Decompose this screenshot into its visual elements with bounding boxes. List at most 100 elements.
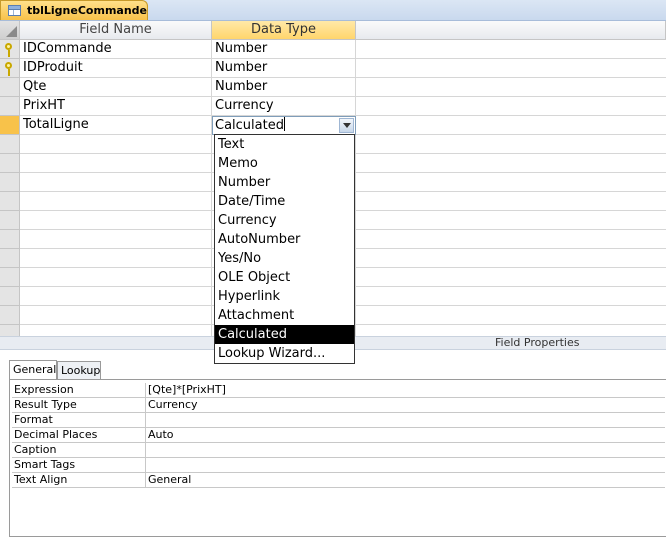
field-name-cell[interactable]: [20, 211, 212, 230]
dropdown-option[interactable]: Lookup Wizard...: [215, 344, 354, 363]
row-selector[interactable]: [0, 268, 20, 287]
row-selector[interactable]: [0, 287, 20, 306]
table-row[interactable]: IDProduit Number: [0, 59, 666, 78]
row-selector[interactable]: [0, 211, 20, 230]
field-name-cell[interactable]: [20, 268, 212, 287]
description-cell[interactable]: [356, 306, 666, 325]
data-type-cell[interactable]: Number: [212, 59, 356, 78]
description-cell[interactable]: [356, 97, 666, 116]
property-value[interactable]: [146, 458, 665, 473]
table-row[interactable]: TotalLigne Calculated: [0, 116, 666, 135]
table-row[interactable]: PrixHT Currency: [0, 97, 666, 116]
row-selector[interactable]: [0, 116, 20, 135]
property-value[interactable]: [Qte]*[PrixHT]: [146, 383, 665, 398]
row-selector[interactable]: [0, 40, 20, 59]
field-properties-pane: General Lookup Expression [Qte]*[PrixHT] R…: [0, 350, 666, 537]
field-name-cell[interactable]: [20, 325, 212, 336]
property-row[interactable]: Decimal Places Auto: [12, 428, 665, 443]
property-row[interactable]: Caption: [12, 443, 665, 458]
row-selector[interactable]: [0, 135, 20, 154]
field-name-cell[interactable]: [20, 192, 212, 211]
dropdown-option[interactable]: Date/Time: [215, 192, 354, 211]
description-cell[interactable]: [356, 211, 666, 230]
description-cell[interactable]: [356, 249, 666, 268]
dropdown-option[interactable]: Currency: [215, 211, 354, 230]
description-cell[interactable]: [356, 268, 666, 287]
description-cell[interactable]: [356, 135, 666, 154]
field-name-cell[interactable]: TotalLigne: [20, 116, 212, 135]
property-value[interactable]: General: [146, 473, 665, 488]
data-type-cell[interactable]: Currency: [212, 97, 356, 116]
description-cell[interactable]: [356, 154, 666, 173]
property-label: Decimal Places: [12, 428, 146, 443]
row-selector[interactable]: [0, 306, 20, 325]
column-header-field-name[interactable]: Field Name: [20, 21, 212, 40]
property-row[interactable]: Expression [Qte]*[PrixHT]: [12, 383, 665, 398]
description-cell[interactable]: [356, 325, 666, 336]
description-cell[interactable]: [356, 78, 666, 97]
dropdown-option[interactable]: Hyperlink: [215, 287, 354, 306]
dropdown-option[interactable]: Text: [215, 135, 354, 154]
data-type-cell[interactable]: Number: [212, 40, 356, 59]
data-type-cell[interactable]: Number: [212, 78, 356, 97]
tab-lookup[interactable]: Lookup: [57, 361, 101, 379]
table-row[interactable]: IDCommande Number: [0, 40, 666, 59]
property-label: Expression: [12, 383, 146, 398]
dropdown-option[interactable]: Yes/No: [215, 249, 354, 268]
dropdown-option[interactable]: OLE Object: [215, 268, 354, 287]
row-selector[interactable]: [0, 249, 20, 268]
description-cell[interactable]: [356, 192, 666, 211]
document-tab-tblLigneCommande[interactable]: tblLigneCommande: [0, 0, 148, 20]
data-type-combo[interactable]: Calculated: [212, 116, 356, 135]
row-selector[interactable]: [0, 325, 20, 336]
property-label: Caption: [12, 443, 146, 458]
dropdown-option[interactable]: Number: [215, 173, 354, 192]
field-name-cell[interactable]: [20, 135, 212, 154]
tab-general[interactable]: General: [9, 360, 57, 379]
field-name-cell[interactable]: Qte: [20, 78, 212, 97]
row-selector[interactable]: [0, 192, 20, 211]
chevron-down-icon[interactable]: [339, 118, 354, 133]
field-name-cell[interactable]: IDCommande: [20, 40, 212, 59]
row-selector[interactable]: [0, 154, 20, 173]
description-cell[interactable]: [356, 230, 666, 249]
column-header-description[interactable]: [356, 21, 666, 40]
description-cell[interactable]: [356, 287, 666, 306]
field-name-cell[interactable]: [20, 173, 212, 192]
text-caret: [283, 117, 285, 131]
property-row[interactable]: Text Align General: [12, 473, 665, 488]
table-row[interactable]: Qte Number: [0, 78, 666, 97]
dropdown-option[interactable]: Calculated: [215, 325, 354, 344]
select-all-corner[interactable]: [0, 21, 20, 40]
description-cell[interactable]: [356, 173, 666, 192]
field-name-cell[interactable]: [20, 154, 212, 173]
property-row[interactable]: Smart Tags: [12, 458, 665, 473]
row-selector[interactable]: [0, 230, 20, 249]
field-name-cell[interactable]: [20, 306, 212, 325]
dropdown-option[interactable]: Memo: [215, 154, 354, 173]
dropdown-option[interactable]: AutoNumber: [215, 230, 354, 249]
description-cell[interactable]: [356, 40, 666, 59]
row-selector[interactable]: [0, 59, 20, 78]
column-header-data-type[interactable]: Data Type: [212, 21, 356, 40]
property-value[interactable]: [146, 413, 665, 428]
dropdown-option[interactable]: Attachment: [215, 306, 354, 325]
field-name-cell[interactable]: [20, 230, 212, 249]
row-selector[interactable]: [0, 97, 20, 116]
field-name-cell[interactable]: IDProduit: [20, 59, 212, 78]
property-value[interactable]: Currency: [146, 398, 665, 413]
property-row[interactable]: Result Type Currency: [12, 398, 665, 413]
row-selector[interactable]: [0, 78, 20, 97]
document-tab-label: tblLigneCommande: [27, 4, 147, 17]
property-value[interactable]: Auto: [146, 428, 665, 443]
data-type-dropdown-list: Text Memo Number Date/Time Currency AutoNumbe…: [214, 134, 355, 364]
description-cell[interactable]: [356, 116, 666, 135]
field-name-cell[interactable]: [20, 287, 212, 306]
row-selector[interactable]: [0, 173, 20, 192]
property-value[interactable]: [146, 443, 665, 458]
primary-key-icon: [5, 62, 12, 76]
property-row[interactable]: Format: [12, 413, 665, 428]
field-name-cell[interactable]: [20, 249, 212, 268]
field-name-cell[interactable]: PrixHT: [20, 97, 212, 116]
description-cell[interactable]: [356, 59, 666, 78]
